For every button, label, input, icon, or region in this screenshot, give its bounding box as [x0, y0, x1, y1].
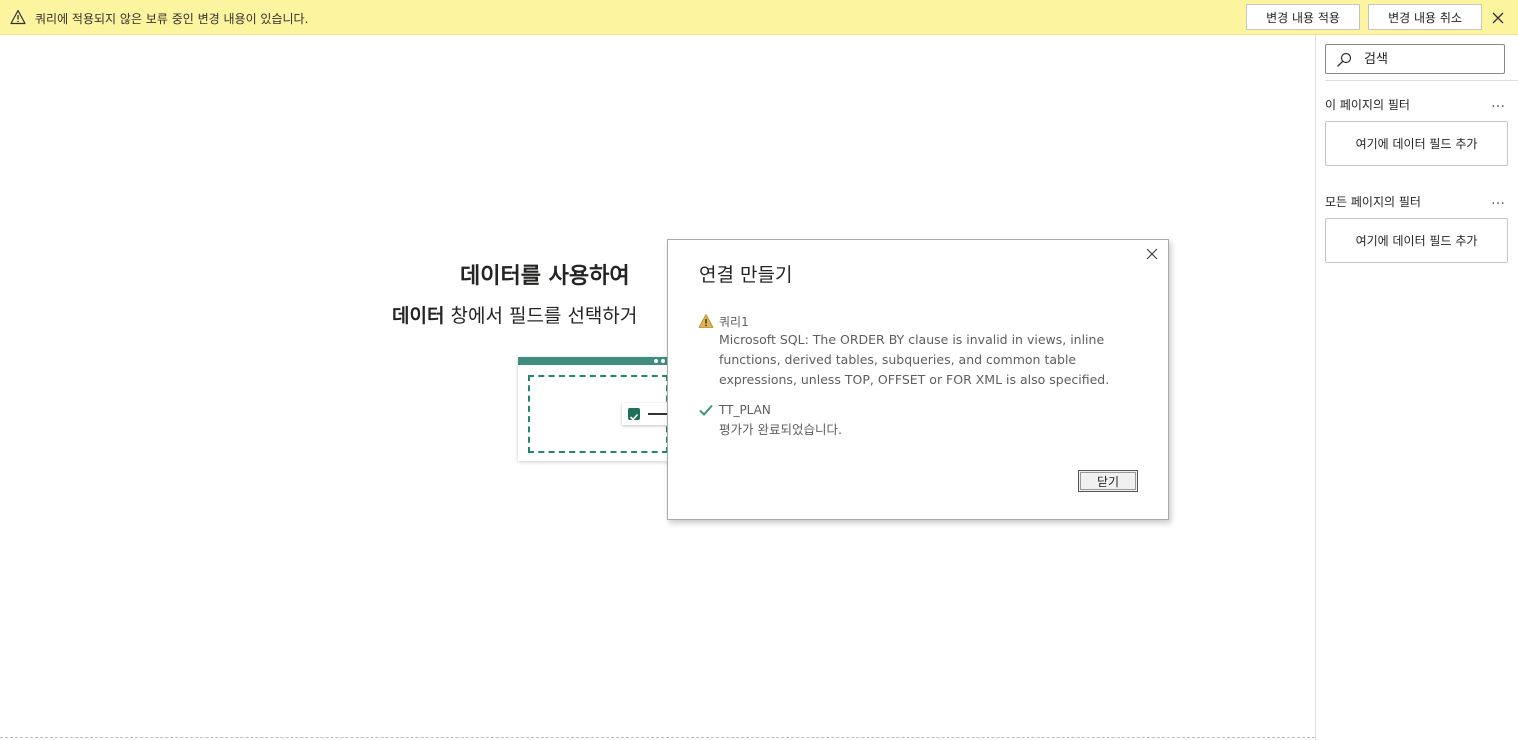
- query-name: 쿼리1: [719, 315, 749, 329]
- close-icon[interactable]: [1489, 9, 1507, 27]
- more-options-icon[interactable]: …: [1491, 95, 1506, 111]
- empty-canvas-illustration: [518, 357, 682, 461]
- page-filters-title: 이 페이지의 필터: [1325, 98, 1410, 112]
- subtitle-bold-text: 데이터: [392, 305, 445, 327]
- create-connection-dialog: 연결 만들기 쿼리1 Microsoft SQL: The ORDER BY c…: [667, 239, 1169, 520]
- search-icon: [1337, 52, 1352, 67]
- illustration-header-bar: [518, 357, 678, 365]
- page-filters-drop-well[interactable]: 여기에 데이터 필드 추가: [1325, 121, 1508, 166]
- illustration-line: [648, 413, 668, 415]
- pending-changes-message: 쿼리에 적용되지 않은 보류 중인 변경 내용이 있습니다.: [35, 12, 309, 26]
- canvas-empty-subtitle: 데이터 창에서 필드를 선택하거: [392, 301, 637, 328]
- apply-changes-button[interactable]: 변경 내용 적용: [1246, 4, 1360, 30]
- table-status-message: 평가가 완료되었습니다.: [719, 422, 842, 437]
- discard-changes-button[interactable]: 변경 내용 취소: [1368, 4, 1482, 30]
- warning-icon: [698, 314, 714, 328]
- pending-changes-bar: 쿼리에 적용되지 않은 보류 중인 변경 내용이 있습니다. 변경 내용 적용 …: [0, 0, 1518, 35]
- pane-divider: [1325, 80, 1518, 81]
- checkbox-icon: [628, 408, 640, 421]
- all-pages-filters-drop-well[interactable]: 여기에 데이터 필드 추가: [1325, 218, 1508, 263]
- search-input[interactable]: [1364, 49, 1496, 69]
- canvas-empty-title: 데이터를 사용하여: [460, 264, 630, 289]
- close-button[interactable]: 닫기: [1078, 470, 1138, 492]
- filter-pane: 이 페이지의 필터 … 여기에 데이터 필드 추가 모든 페이지의 필터 … 여…: [1315, 35, 1518, 740]
- warning-icon: [10, 9, 26, 25]
- dialog-title: 연결 만들기: [699, 264, 793, 286]
- close-icon[interactable]: [1144, 246, 1160, 262]
- more-options-icon[interactable]: …: [1491, 192, 1506, 208]
- query-error-message: Microsoft SQL: The ORDER BY clause is in…: [719, 332, 1110, 387]
- canvas-bottom-border: [0, 737, 1315, 738]
- filter-search-box[interactable]: [1325, 44, 1505, 74]
- subtitle-rest-text: 창에서 필드를 선택하거: [444, 305, 638, 327]
- all-pages-filters-title: 모든 페이지의 필터: [1325, 195, 1421, 209]
- table-name: TT_PLAN: [719, 403, 771, 417]
- checkmark-icon: [699, 404, 713, 416]
